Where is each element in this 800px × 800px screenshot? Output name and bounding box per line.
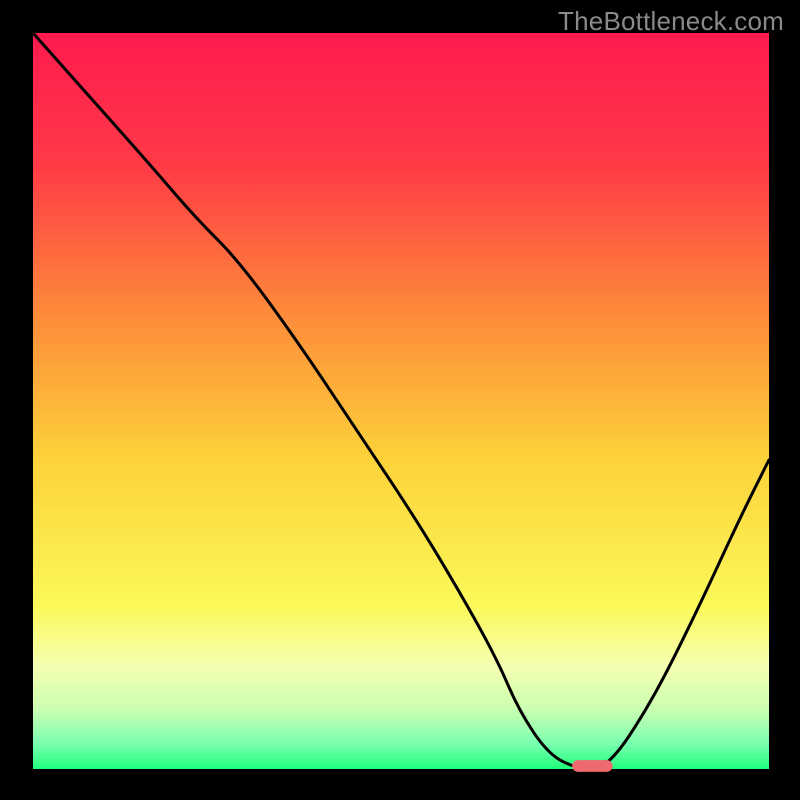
band-line	[33, 677, 769, 678]
band-line	[33, 714, 769, 715]
band-line	[33, 744, 769, 745]
chart-stage: TheBottleneck.com	[0, 0, 800, 800]
band-line	[33, 757, 769, 758]
band-line	[33, 659, 769, 660]
band-line	[33, 622, 769, 623]
band-line	[33, 665, 769, 666]
band-line	[33, 640, 769, 641]
watermark-text: TheBottleneck.com	[558, 6, 784, 37]
bottleneck-chart	[0, 0, 800, 800]
band-line	[33, 726, 769, 727]
band-line	[33, 702, 769, 703]
band-line	[33, 751, 769, 752]
band-line	[33, 732, 769, 733]
band-line	[33, 708, 769, 709]
band-line	[33, 763, 769, 764]
band-line	[33, 628, 769, 629]
optimal-marker	[572, 760, 612, 772]
band-line	[33, 652, 769, 653]
band-line	[33, 671, 769, 672]
band-line	[33, 738, 769, 739]
band-line	[33, 634, 769, 635]
band-line	[33, 695, 769, 696]
band-line	[33, 646, 769, 647]
band-line	[33, 720, 769, 721]
